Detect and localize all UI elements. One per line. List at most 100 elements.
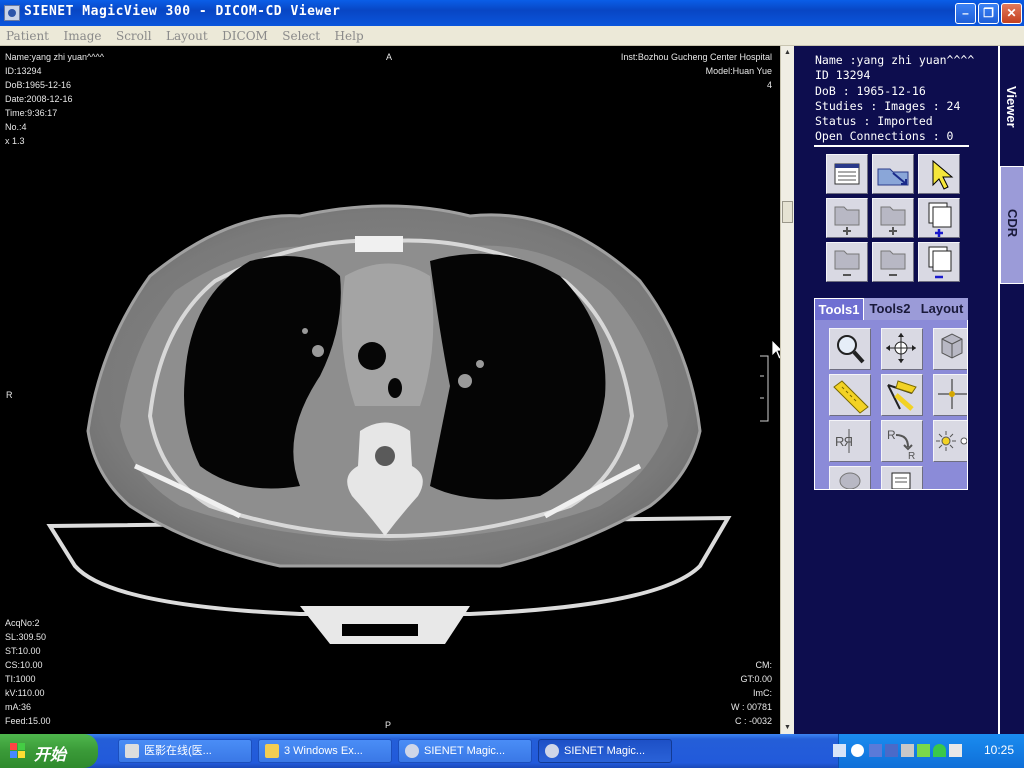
menu-patient[interactable]: Patient — [2, 26, 53, 46]
overlay-bottom-right: CM: GT:0.00 ImC: W : 00781 C : -0032 — [731, 658, 772, 728]
select-pointer-button[interactable] — [918, 154, 960, 194]
umbrella-icon[interactable] — [933, 744, 946, 757]
network-icon[interactable] — [869, 744, 882, 757]
pan-tool[interactable] — [881, 328, 923, 370]
taskbar-item-explorer[interactable]: 3 Windows Ex... — [258, 739, 392, 763]
remove-image-button[interactable] — [918, 242, 960, 282]
display-icon[interactable] — [901, 744, 914, 757]
minimize-button[interactable]: – — [955, 3, 976, 24]
svg-text:R: R — [844, 434, 853, 449]
folder-plus-icon — [880, 206, 906, 235]
patient-studies: Studies : Images : 24 — [815, 98, 961, 113]
ruler-tool[interactable] — [829, 374, 871, 416]
menu-bar: Patient Image Scroll Layout DICOM Select… — [0, 26, 1024, 46]
overlay-model: Model:Huan Yue — [705, 66, 772, 76]
overlay-top-left: Name:yang zhi yuan^^^^ ID:13294 DoB:1965… — [5, 50, 104, 148]
3d-view-tool[interactable] — [933, 328, 967, 370]
protractor-icon — [887, 380, 917, 411]
pointer-icon — [932, 159, 954, 190]
image-viewport[interactable]: Name:yang zhi yuan^^^^ ID:13294 DoB:1965… — [0, 46, 780, 734]
open-folder-button[interactable] — [872, 154, 914, 194]
angle-tool[interactable] — [881, 374, 923, 416]
patient-info: Name :yang zhi yuan^^^^ ID 13294 DoB : 196… — [815, 53, 974, 145]
menu-select[interactable]: Select — [278, 26, 324, 46]
image-scrollbar[interactable]: ▲ ▼ — [780, 46, 794, 734]
overlay-window-center: C : -0032 — [734, 716, 772, 726]
restore-button[interactable]: ❐ — [978, 3, 999, 24]
overlay-kv: kV:110.00 — [5, 688, 45, 698]
network2-icon[interactable] — [885, 744, 898, 757]
remove-study-button[interactable] — [872, 242, 914, 282]
menu-scroll[interactable]: Scroll — [112, 26, 156, 46]
open-folder-icon — [877, 168, 909, 186]
menu-dicom[interactable]: DICOM — [218, 26, 272, 46]
title-bar: SIENET MagicView 300 - DICOM-CD Viewer –… — [0, 0, 1024, 26]
tab-layout[interactable]: Layout — [916, 298, 968, 320]
overlay-ma: mA:36 — [5, 702, 32, 712]
study-list-button[interactable] — [826, 154, 868, 194]
taskbar-item-sienet-2-label: SIENET Magic... — [564, 745, 646, 757]
overlay-id: ID:13294 — [5, 66, 42, 76]
overlay-sl: SL:309.50 — [5, 632, 47, 642]
roi-tool[interactable] — [829, 466, 871, 489]
overlay-cs: CS:10.00 — [5, 660, 43, 670]
taskbar-item-sienet-1[interactable]: SIENET Magic... — [398, 739, 532, 763]
window-title: SIENET MagicView 300 - DICOM-CD Viewer — [24, 4, 341, 19]
start-label: 开始 — [34, 747, 67, 764]
crosshair-icon — [938, 379, 967, 409]
taskbar: 开始 医影在线(医... 3 Windows Ex... SIENET Magi… — [0, 734, 1024, 768]
rotate-tool[interactable]: RR — [881, 420, 923, 462]
app-icon — [4, 5, 20, 21]
overlay-dob: DoB:1965-12-16 — [5, 80, 72, 90]
scroll-up-arrow-icon[interactable]: ▲ — [782, 47, 793, 58]
overlay-date: Date:2008-12-16 — [5, 94, 73, 104]
scroll-down-arrow-icon[interactable]: ▼ — [782, 722, 793, 733]
brightness-tool[interactable] — [933, 420, 967, 462]
folder-minus-icon — [880, 250, 906, 276]
overlay-imc: ImC: — [753, 688, 772, 698]
show-hidden-icons[interactable] — [851, 744, 864, 757]
tray-app-icon[interactable] — [917, 744, 930, 757]
side-tabs: Viewer CDR — [998, 46, 1024, 734]
menu-image[interactable]: Image — [59, 26, 105, 46]
crosshair-tool[interactable] — [933, 374, 967, 416]
overlay-time: Time:9:36:17 — [5, 108, 58, 118]
ct-scan-image — [46, 204, 780, 644]
control-panel: Name :yang zhi yuan^^^^ ID 13294 DoB : 196… — [794, 46, 998, 734]
overlay-name: Name:yang zhi yuan^^^^ — [5, 52, 104, 62]
taskbar-item-browser[interactable]: 医影在线(医... — [118, 739, 252, 763]
close-button[interactable]: ✕ — [1001, 3, 1022, 24]
tool-tabs: Tools1 Tools2 Layout — [814, 298, 968, 320]
overlay-st: ST:10.00 — [5, 646, 41, 656]
roi-shape-icon — [839, 472, 861, 489]
windows-logo-icon — [10, 743, 25, 758]
magnifier-tool[interactable] — [829, 328, 871, 370]
flip-horizontal-tool[interactable]: RR — [829, 420, 871, 462]
menu-layout[interactable]: Layout — [162, 26, 212, 46]
tab-tools1[interactable]: Tools1 — [814, 298, 864, 320]
ruler-icon — [833, 380, 869, 414]
taskbar-item-sienet-2[interactable]: SIENET Magic... — [538, 739, 672, 763]
scroll-thumb[interactable] — [782, 201, 793, 223]
volume-icon[interactable] — [949, 744, 962, 757]
overlay-window-width: W : 00781 — [730, 702, 772, 712]
remove-folder-button[interactable] — [826, 242, 868, 282]
add-study-button[interactable] — [872, 198, 914, 238]
tab-tools2[interactable]: Tools2 — [865, 298, 915, 320]
keyboard-icon[interactable] — [833, 744, 846, 757]
patient-dob: DoB : 1965-12-16 — [815, 83, 926, 98]
side-tab-cdr[interactable]: CDR — [1000, 166, 1024, 284]
overlay-acqno: AcqNo:2 — [5, 618, 40, 628]
menu-help[interactable]: Help — [331, 26, 368, 46]
orientation-posterior: P — [385, 720, 392, 730]
magnifier-icon — [837, 335, 865, 364]
report-tool[interactable] — [881, 466, 923, 489]
start-button[interactable]: 开始 — [0, 734, 98, 768]
add-image-button[interactable] — [918, 198, 960, 238]
svg-text:R: R — [908, 451, 915, 461]
overlay-feed: Feed:15.00 — [5, 716, 51, 726]
side-tab-cdr-label: CDR — [1005, 209, 1020, 238]
side-tab-viewer[interactable]: Viewer — [1000, 86, 1024, 166]
taskbar-item-sienet-1-label: SIENET Magic... — [424, 745, 506, 757]
add-folder-button[interactable] — [826, 198, 868, 238]
